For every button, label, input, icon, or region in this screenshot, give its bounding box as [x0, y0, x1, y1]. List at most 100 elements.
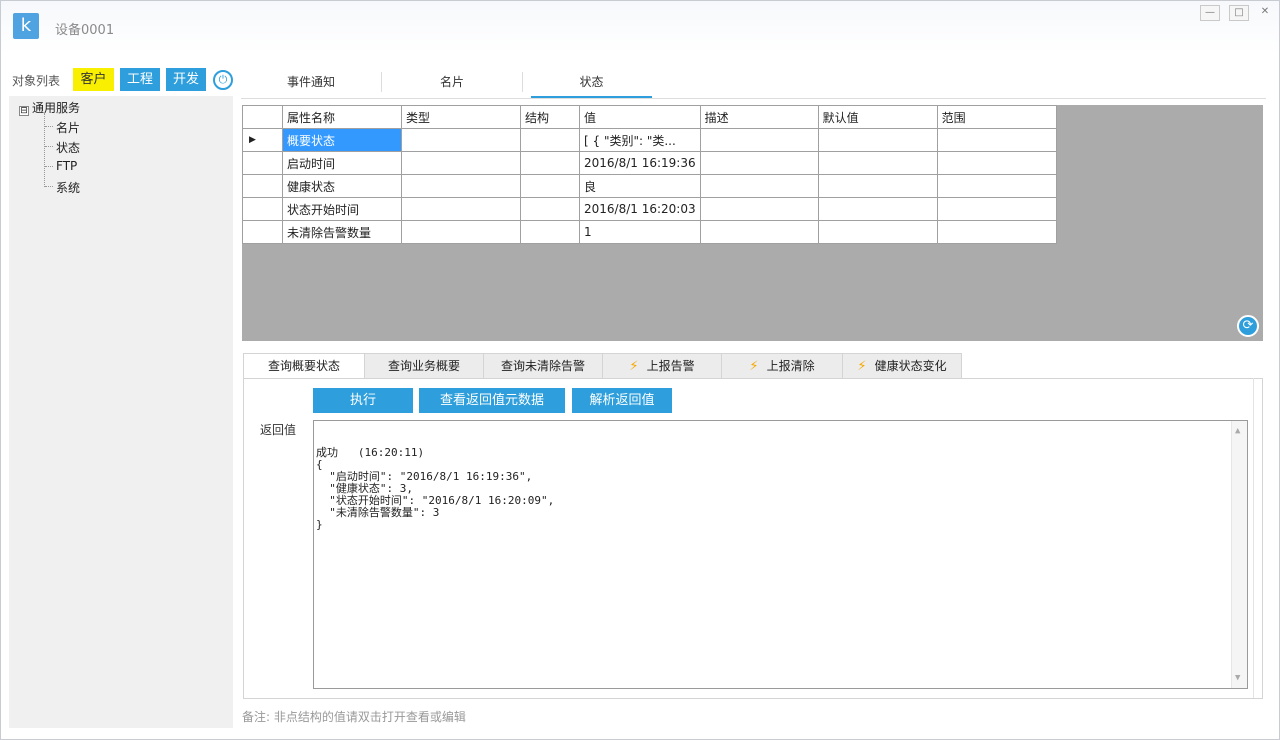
row-header-corner [242, 105, 283, 129]
grid-cell[interactable] [401, 128, 521, 152]
grid-cell[interactable] [520, 220, 580, 244]
maximize-icon[interactable]: □ [1229, 5, 1249, 21]
grid-cell[interactable] [817, 128, 938, 152]
return-value-text: 成功 (16:20:11) { "启动时间": "2016/8/1 16:19:… [316, 446, 555, 531]
grid-cell[interactable] [520, 128, 580, 152]
execute-button[interactable]: 执行 [313, 388, 413, 413]
column-header[interactable]: 范围 [936, 105, 1057, 129]
power-icon[interactable]: ⏻ [213, 70, 233, 90]
tree-connector [44, 113, 45, 187]
grid-cell[interactable]: 2016/8/1 16:19:36 [579, 151, 701, 175]
tab-label: 查询概要状态 [267, 359, 340, 373]
table-row[interactable]: 未清除告警数量 1 [242, 220, 1057, 244]
collapse-icon[interactable]: ⊟ [19, 106, 29, 116]
grid-cell[interactable] [936, 174, 1057, 198]
grid-cell[interactable] [401, 151, 521, 175]
grid-cell[interactable] [936, 151, 1057, 175]
table-row[interactable]: 健康状态 良 [242, 174, 1057, 198]
grid-cell[interactable] [817, 220, 938, 244]
textarea-scrollbar[interactable]: ▲ ▼ [1231, 421, 1247, 688]
tab-query-summary-status[interactable]: 查询概要状态 [243, 353, 365, 380]
tab-report-clear[interactable]: ⚡ 上报清除 [721, 353, 843, 379]
tab-label: 上报告警 [646, 359, 695, 373]
tab-query-uncleared-alarms[interactable]: 查询未清除告警 [483, 353, 603, 379]
top-tab-bar: 事件通知 名片 状态 [241, 68, 1266, 99]
tree-connector [45, 126, 53, 127]
column-header[interactable]: 默认值 [817, 105, 938, 129]
tree-root-general-services[interactable]: ⊟ 通用服务 [19, 99, 80, 116]
property-grid: 属性名称 类型 结构 值 描述 默认值 范围 ▶ 概要状态 [ { "类别": … [242, 105, 1057, 244]
grid-cell[interactable]: 1 [579, 220, 701, 244]
grid-cell[interactable] [699, 197, 819, 221]
grid-cell[interactable] [699, 220, 819, 244]
row-header[interactable] [242, 197, 283, 221]
tree-connector [45, 186, 53, 187]
column-header[interactable]: 类型 [401, 105, 521, 129]
close-icon[interactable]: ✕ [1255, 5, 1275, 21]
grid-cell[interactable] [401, 220, 521, 244]
tree-connector [45, 146, 53, 147]
tree-item-status[interactable]: 状态 [56, 139, 80, 156]
tab-label: 查询业务概要 [387, 359, 460, 373]
grid-cell[interactable]: 状态开始时间 [282, 197, 402, 221]
column-header[interactable]: 属性名称 [282, 105, 402, 129]
tab-health-status-change[interactable]: ⚡ 健康状态变化 [842, 353, 962, 379]
grid-cell[interactable]: 健康状态 [282, 174, 402, 198]
return-value-textarea[interactable]: 成功 (16:20:11) { "启动时间": "2016/8/1 16:19:… [313, 420, 1248, 689]
panel-scrollbar[interactable] [1253, 378, 1263, 698]
table-row[interactable]: 状态开始时间 2016/8/1 16:20:03 [242, 197, 1057, 221]
column-header[interactable]: 描述 [699, 105, 819, 129]
grid-cell[interactable]: 未清除告警数量 [282, 220, 402, 244]
grid-cell[interactable] [401, 197, 521, 221]
lightning-icon: ⚡ [629, 359, 639, 374]
grid-cell[interactable] [699, 151, 819, 175]
tree-item-system[interactable]: 系统 [56, 179, 80, 196]
tab-event-notification[interactable]: 事件通知 [241, 68, 381, 98]
parse-return-value-button[interactable]: 解析返回值 [572, 388, 672, 413]
scroll-up-icon[interactable]: ▲ [1235, 425, 1240, 437]
row-indicator-icon[interactable]: ▶ [242, 128, 283, 152]
grid-header-row: 属性名称 类型 结构 值 描述 默认值 范围 [242, 105, 1057, 129]
grid-cell[interactable] [936, 220, 1057, 244]
grid-cell[interactable] [699, 128, 819, 152]
row-header[interactable] [242, 174, 283, 198]
grid-cell[interactable]: 启动时间 [282, 151, 402, 175]
grid-cell[interactable] [817, 197, 938, 221]
project-button[interactable]: 工程 [120, 68, 160, 91]
grid-cell[interactable] [817, 151, 938, 175]
lightning-icon: ⚡ [857, 359, 867, 374]
property-grid-area: 属性名称 类型 结构 值 描述 默认值 范围 ▶ 概要状态 [ { "类别": … [242, 105, 1263, 341]
tab-report-alarm[interactable]: ⚡ 上报告警 [602, 353, 722, 379]
grid-cell[interactable] [817, 174, 938, 198]
grid-cell[interactable] [520, 197, 580, 221]
grid-cell[interactable]: 良 [579, 174, 701, 198]
column-header[interactable]: 结构 [520, 105, 580, 129]
grid-cell[interactable] [401, 174, 521, 198]
title-bar: k 设备0001 — □ ✕ [1, 1, 1279, 53]
row-header[interactable] [242, 220, 283, 244]
grid-cell[interactable] [520, 174, 580, 198]
tab-card[interactable]: 名片 [382, 68, 522, 98]
grid-cell[interactable]: 2016/8/1 16:20:03 [579, 197, 701, 221]
tree-connector [45, 166, 53, 167]
grid-cell[interactable]: [ { "类别": "类... [579, 128, 701, 152]
customer-button[interactable]: 客户 [73, 68, 114, 91]
refresh-icon[interactable]: ⟳ [1237, 315, 1259, 337]
table-row[interactable]: 启动时间 2016/8/1 16:19:36 [242, 151, 1057, 175]
develop-button[interactable]: 开发 [166, 68, 206, 91]
view-return-metadata-button[interactable]: 查看返回值元数据 [419, 388, 565, 413]
tree-item-ftp[interactable]: FTP [56, 159, 77, 173]
tree-item-card[interactable]: 名片 [56, 119, 80, 136]
tab-query-business-summary[interactable]: 查询业务概要 [364, 353, 484, 379]
grid-cell[interactable]: 概要状态 [282, 128, 402, 152]
grid-cell[interactable] [936, 128, 1057, 152]
grid-cell[interactable] [699, 174, 819, 198]
column-header[interactable]: 值 [579, 105, 701, 129]
grid-cell[interactable] [936, 197, 1057, 221]
scroll-down-icon[interactable]: ▼ [1235, 672, 1240, 684]
grid-cell[interactable] [520, 151, 580, 175]
row-header[interactable] [242, 151, 283, 175]
tab-status[interactable]: 状态 [531, 68, 652, 98]
minimize-icon[interactable]: — [1200, 5, 1220, 21]
table-row[interactable]: ▶ 概要状态 [ { "类别": "类... [242, 128, 1057, 152]
